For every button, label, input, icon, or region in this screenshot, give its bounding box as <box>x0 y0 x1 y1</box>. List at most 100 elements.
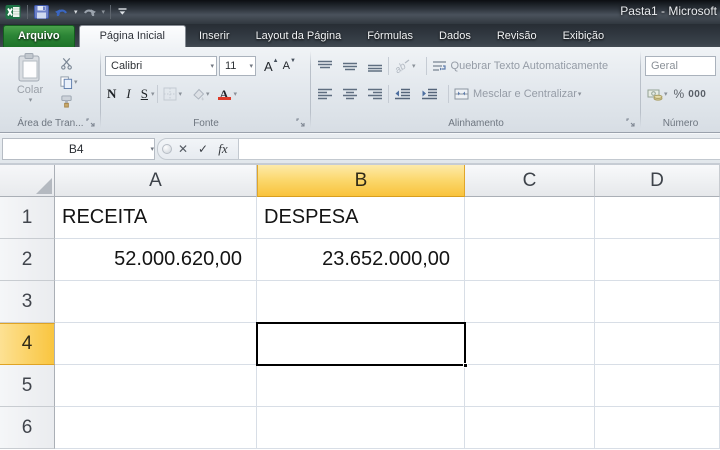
format-painter-button[interactable] <box>58 93 80 109</box>
undo-button[interactable] <box>53 2 70 22</box>
paste-button[interactable]: Colar ▾ <box>8 53 52 115</box>
underline-button[interactable]: S <box>139 85 150 103</box>
cell-B3[interactable] <box>257 281 465 323</box>
select-all-corner[interactable] <box>0 165 55 197</box>
cell-B6[interactable] <box>257 407 465 449</box>
fill-color-dropdown-icon[interactable]: ▾ <box>206 90 210 98</box>
align-middle-button[interactable] <box>340 59 360 73</box>
enter-button[interactable]: ✓ <box>194 142 212 156</box>
cell-A2[interactable]: 52.000.620,00 <box>55 239 257 281</box>
cell-C2[interactable] <box>465 239 595 281</box>
row-header-5[interactable]: 5 <box>0 365 55 407</box>
tab-revisão[interactable]: Revisão <box>484 26 550 47</box>
underline-dropdown-icon[interactable]: ▾ <box>151 90 155 98</box>
format-painter-icon <box>60 95 73 108</box>
tab-exibição[interactable]: Exibição <box>550 26 618 47</box>
fill-color-button[interactable]: ▾ <box>188 87 212 102</box>
copy-button[interactable]: ▾ <box>58 74 80 90</box>
cell-C3[interactable] <box>465 281 595 323</box>
font-color-dropdown-icon[interactable]: ▾ <box>234 90 238 98</box>
tab-dados[interactable]: Dados <box>426 26 484 47</box>
accounting-icon <box>647 88 663 101</box>
borders-dropdown-icon[interactable]: ▾ <box>178 90 182 98</box>
cell-D4[interactable] <box>595 323 720 365</box>
font-size-select[interactable]: 11 ▾ <box>219 56 256 76</box>
borders-button[interactable]: ▾ <box>161 86 184 102</box>
row-header-2[interactable]: 2 <box>0 239 55 281</box>
align-left-button[interactable] <box>315 87 335 101</box>
orientation-button[interactable]: ab ▾ <box>392 58 418 74</box>
row-header-1[interactable]: 1 <box>0 197 55 239</box>
font-color-button[interactable]: A <box>216 88 233 101</box>
column-header-A[interactable]: A <box>55 165 257 197</box>
tab-layout-da-página[interactable]: Layout da Página <box>243 26 355 47</box>
copy-dropdown-icon[interactable]: ▾ <box>74 78 78 86</box>
comma-style-button[interactable]: 000 <box>688 89 706 100</box>
bold-button[interactable]: N <box>105 85 118 103</box>
increase-font-button[interactable]: A▲ <box>262 58 281 75</box>
align-center-button[interactable] <box>340 87 360 101</box>
accounting-dropdown-icon[interactable]: ▾ <box>664 90 668 98</box>
column-header-C[interactable]: C <box>465 165 595 197</box>
merge-center-button[interactable]: Mesclar e Centralizar ▾ <box>452 87 583 101</box>
increase-indent-button[interactable] <box>419 87 440 101</box>
cell-D1[interactable] <box>595 197 720 239</box>
accounting-format-button[interactable]: ▾ <box>645 87 670 102</box>
cell-C6[interactable] <box>465 407 595 449</box>
redo-dropdown-icon[interactable]: ▾ <box>102 8 106 16</box>
merge-dropdown-icon[interactable]: ▾ <box>578 90 582 98</box>
font-dialog-launcher[interactable] <box>295 117 306 128</box>
row-header-6[interactable]: 6 <box>0 407 55 449</box>
cell-D3[interactable] <box>595 281 720 323</box>
tab-página-inicial[interactable]: Página Inicial <box>79 25 186 48</box>
clipboard-dialog-launcher[interactable] <box>85 117 96 128</box>
align-bottom-button[interactable] <box>365 59 385 73</box>
italic-button[interactable]: I <box>124 85 132 103</box>
cell-D2[interactable] <box>595 239 720 281</box>
tab-arquivo[interactable]: Arquivo <box>3 25 75 47</box>
decrease-font-button[interactable]: A▼ <box>281 59 298 73</box>
cell-A4[interactable] <box>55 323 257 365</box>
orientation-dropdown-icon[interactable]: ▾ <box>412 62 416 70</box>
name-box-dropdown-icon[interactable]: ▾ <box>150 145 154 153</box>
align-top-button[interactable] <box>315 59 335 73</box>
formula-bar: B4 ▾ ✕ ✓ fx <box>0 133 720 163</box>
tab-inserir[interactable]: Inserir <box>186 26 243 47</box>
name-box[interactable]: B4 ▾ <box>2 138 155 160</box>
cell-A1[interactable]: RECEITA <box>55 197 257 239</box>
column-header-D[interactable]: D <box>595 165 720 197</box>
excel-app-icon[interactable] <box>4 2 22 22</box>
wrap-text-button[interactable]: Quebrar Texto Automaticamente <box>430 59 611 74</box>
align-right-button[interactable] <box>365 87 385 101</box>
cell-A6[interactable] <box>55 407 257 449</box>
number-format-select[interactable]: Geral <box>645 56 716 76</box>
cut-button[interactable] <box>58 55 80 71</box>
cell-B5[interactable] <box>257 365 465 407</box>
tab-fórmulas[interactable]: Fórmulas <box>354 26 426 47</box>
insert-function-button[interactable]: fx <box>214 141 232 157</box>
cancel-button[interactable]: ✕ <box>174 142 192 156</box>
customize-qat-button[interactable] <box>116 2 129 22</box>
undo-dropdown-icon[interactable]: ▾ <box>74 8 78 16</box>
percent-style-button[interactable]: % <box>674 87 685 101</box>
cell-B1[interactable]: DESPESA <box>257 197 465 239</box>
cell-A3[interactable] <box>55 281 257 323</box>
cell-C1[interactable] <box>465 197 595 239</box>
cell-C4[interactable] <box>465 323 595 365</box>
cell-C5[interactable] <box>465 365 595 407</box>
paste-dropdown-icon[interactable]: ▾ <box>29 96 33 104</box>
cell-D5[interactable] <box>595 365 720 407</box>
row-header-3[interactable]: 3 <box>0 281 55 323</box>
column-header-B[interactable]: B <box>257 165 465 197</box>
cell-B4[interactable] <box>257 323 465 365</box>
cell-A5[interactable] <box>55 365 257 407</box>
alignment-dialog-launcher[interactable] <box>625 117 636 128</box>
redo-button[interactable] <box>81 2 98 22</box>
row-header-4[interactable]: 4 <box>0 323 55 365</box>
save-button[interactable] <box>33 2 50 22</box>
decrease-indent-button[interactable] <box>392 87 413 101</box>
cell-D6[interactable] <box>595 407 720 449</box>
formula-input[interactable] <box>239 138 720 160</box>
cell-B2[interactable]: 23.652.000,00 <box>257 239 465 281</box>
font-name-select[interactable]: Calibri ▾ <box>105 56 217 76</box>
